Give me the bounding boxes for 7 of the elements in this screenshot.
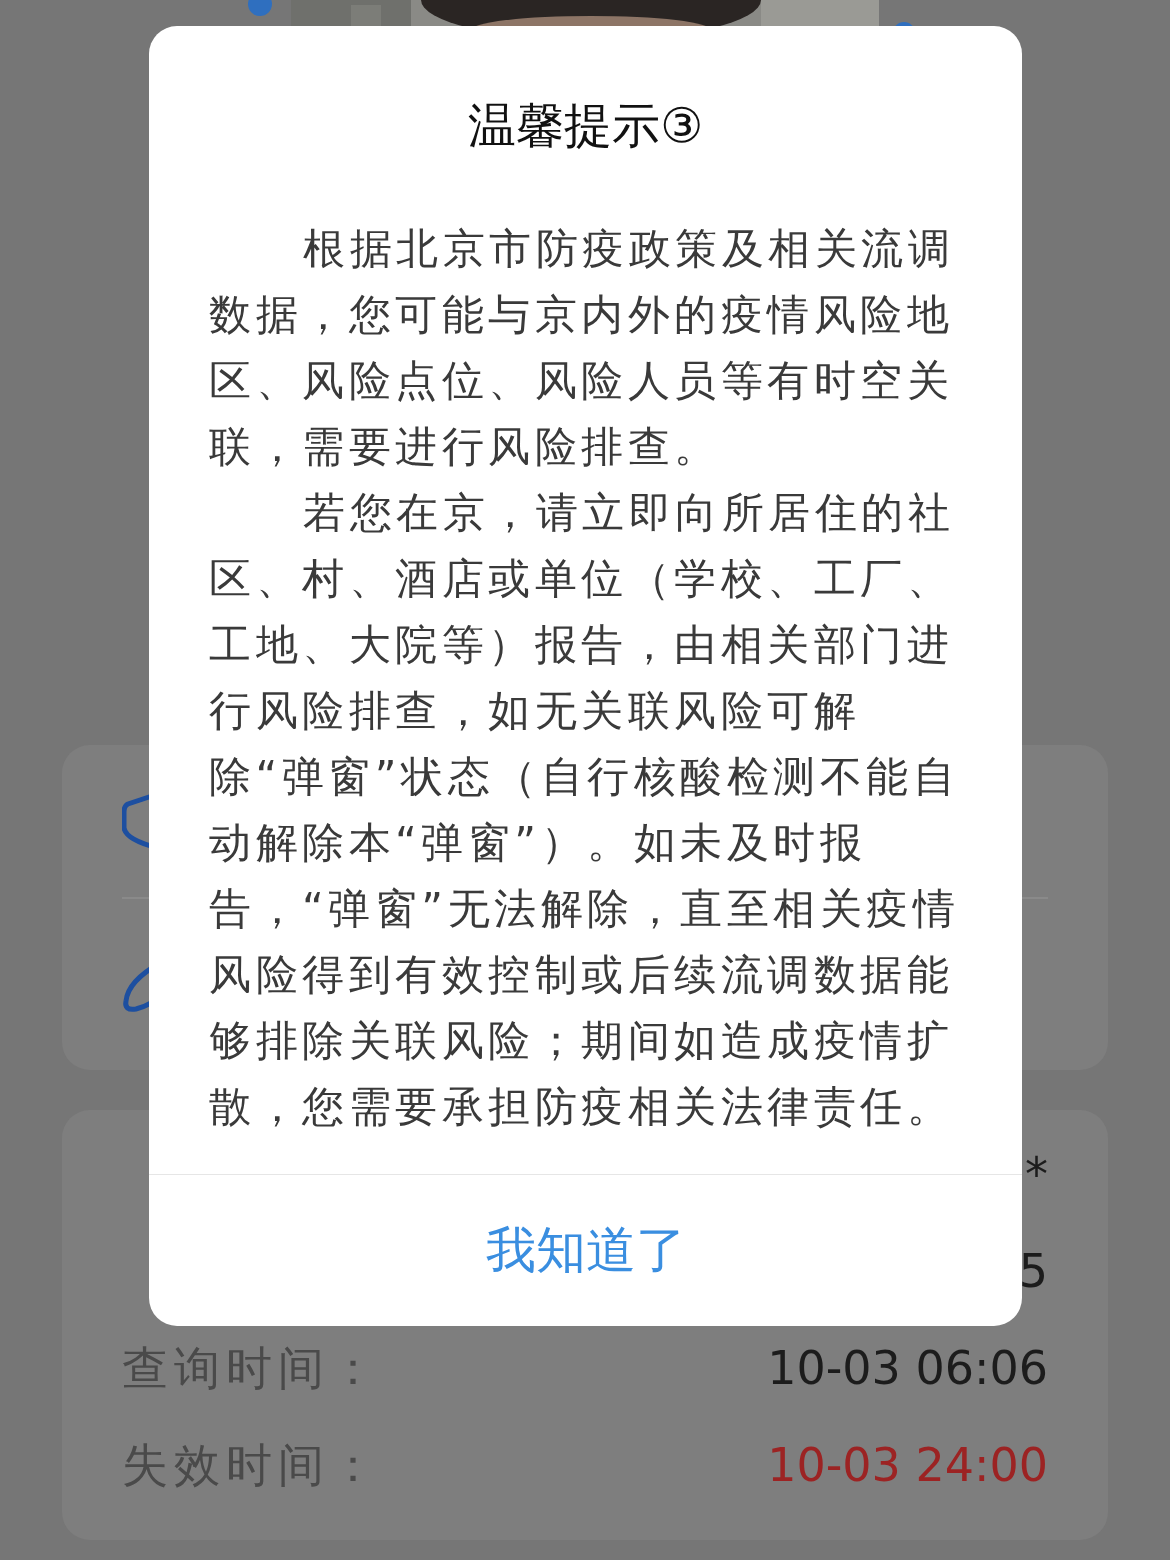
field-value: 10-03 24:00 (767, 1437, 1048, 1494)
acknowledge-button[interactable]: 我知道了 (149, 1175, 1022, 1326)
dialog-paragraph: 根据北京市防疫政策及相关流调数据，您可能与京内外的疫情风险地区、风险点位、风险人员等有时空关联，需要进行风险排查。 (209, 223, 955, 473)
dialog-title: 温馨提示③ (468, 96, 703, 155)
dialog-paragraph: 若您在京，请立即向所居住的社区、村、酒店或单位（学校、工厂、工地、大院等）报告，由相关部门进行风险排查，如无关联风险可解除“弹窗”状态（自行核酸检测不能自动解除本“弹窗”）。如未及时报告，“弹窗”无法解除，直至相关疫情风险得到有效控制或后续流调数据能够排除关联风险；期间如造成疫情扩散，您需要承担防疫相关法律责任。 (209, 487, 961, 1133)
field-value: * (1025, 1146, 1048, 1203)
field-value: 10-03 06:06 (767, 1340, 1048, 1397)
